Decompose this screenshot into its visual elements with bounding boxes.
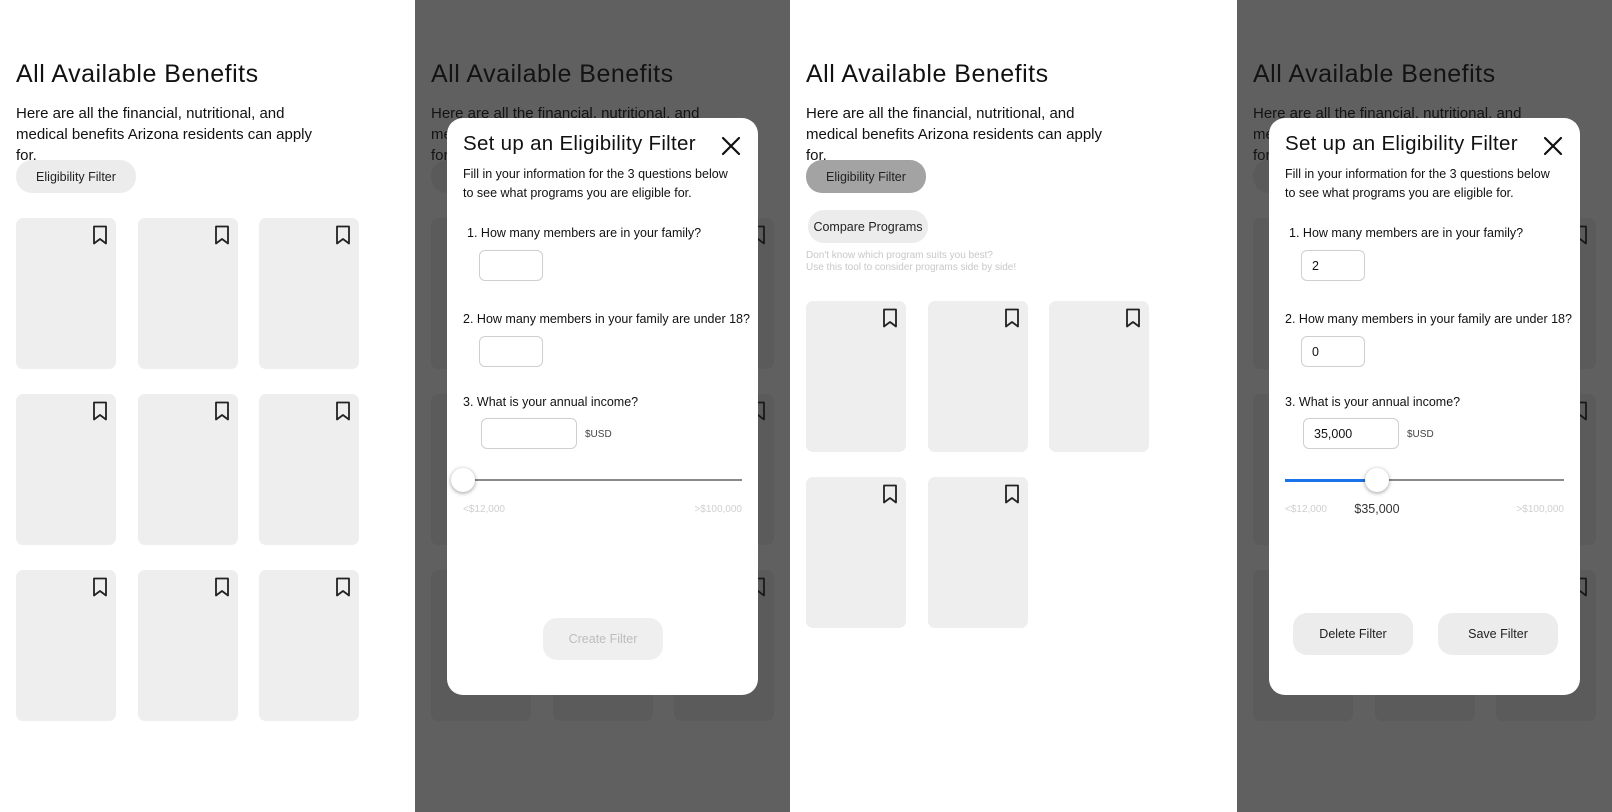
benefit-card[interactable] <box>259 218 359 369</box>
benefit-card[interactable] <box>928 301 1028 452</box>
benefit-card[interactable] <box>806 301 906 452</box>
income-range-max: >$100,000 <box>1516 504 1564 515</box>
currency-label: $USD <box>1407 429 1434 440</box>
benefit-card[interactable] <box>16 218 116 369</box>
question-annual-income: 3. What is your annual income? <box>463 395 638 409</box>
compare-hint-line-1: Don't know which program suits you best? <box>806 250 993 261</box>
question-family-members: 1. How many members are in your family? <box>1289 226 1523 240</box>
benefit-card[interactable] <box>806 477 906 628</box>
bookmark-icon[interactable] <box>214 225 230 245</box>
screen-filter-modal-filled: All Available Benefits Here are all the … <box>1237 0 1612 812</box>
benefit-card[interactable] <box>259 394 359 545</box>
bookmark-icon[interactable] <box>335 401 351 421</box>
close-icon[interactable] <box>719 134 743 158</box>
question-text: What is your annual income? <box>476 395 639 409</box>
income-slider-thumb[interactable] <box>1365 468 1389 492</box>
eligibility-filter-modal: Set up an Eligibility Filter Fill in you… <box>1269 118 1580 695</box>
page-subtitle: Here are all the financial, nutritional,… <box>16 105 313 164</box>
question-number: 1. <box>1289 226 1300 240</box>
income-range-max: >$100,000 <box>694 504 742 515</box>
question-number: 1. <box>467 226 478 240</box>
compare-programs-button[interactable]: Compare Programs <box>808 210 928 243</box>
delete-filter-button[interactable]: Delete Filter <box>1293 613 1413 655</box>
currency-label: $USD <box>585 429 612 440</box>
modal-title: Set up an Eligibility Filter <box>1285 132 1518 155</box>
income-slider-value: $35,000 <box>1354 502 1400 516</box>
question-text: How many members in your family are unde… <box>1298 312 1572 326</box>
question-number: 3. <box>1285 395 1296 409</box>
compare-hint-line-2: Use this tool to consider programs side … <box>806 262 1017 273</box>
income-slider-thumb[interactable] <box>451 468 475 492</box>
compare-hint: Don't know which program suits you best?… <box>806 250 1016 274</box>
question-text: How many members are in your family? <box>480 226 702 240</box>
save-filter-button[interactable]: Save Filter <box>1438 613 1558 655</box>
close-icon[interactable] <box>1541 134 1565 158</box>
income-range-min: <$12,000 <box>463 504 505 515</box>
benefit-card[interactable] <box>1049 301 1149 452</box>
income-range-min: <$12,000 <box>1285 504 1327 515</box>
question-under-18: 2. How many members in your family are u… <box>463 312 750 326</box>
benefit-card[interactable] <box>259 570 359 721</box>
bookmark-icon[interactable] <box>92 577 108 597</box>
eligibility-filter-button[interactable]: Eligibility Filter <box>806 160 926 193</box>
modal-description: Fill in your information for the 3 quest… <box>1285 167 1550 200</box>
page-title: All Available Benefits <box>16 60 259 88</box>
bookmark-icon[interactable] <box>335 225 351 245</box>
income-slider[interactable] <box>1285 468 1564 492</box>
benefit-card[interactable] <box>138 394 238 545</box>
annual-income-input[interactable] <box>1303 418 1399 449</box>
benefit-card[interactable] <box>138 218 238 369</box>
bookmark-icon[interactable] <box>92 401 108 421</box>
family-members-input[interactable] <box>479 250 543 281</box>
question-family-members: 1. How many members are in your family? <box>467 226 701 240</box>
question-text: What is your annual income? <box>1298 395 1461 409</box>
bookmark-icon[interactable] <box>214 577 230 597</box>
bookmark-icon[interactable] <box>1004 308 1020 328</box>
bookmark-icon[interactable] <box>92 225 108 245</box>
bookmark-icon[interactable] <box>335 577 351 597</box>
eligibility-filter-modal: Set up an Eligibility Filter Fill in you… <box>447 118 758 695</box>
benefit-card[interactable] <box>16 394 116 545</box>
page-title: All Available Benefits <box>806 60 1049 88</box>
bookmark-icon[interactable] <box>1125 308 1141 328</box>
bookmark-icon[interactable] <box>882 484 898 504</box>
question-text: How many members in your family are unde… <box>476 312 750 326</box>
question-annual-income: 3. What is your annual income? <box>1285 395 1460 409</box>
create-filter-button[interactable]: Create Filter <box>543 618 663 660</box>
screen-benefits-list: All Available Benefits Here are all the … <box>0 0 415 812</box>
income-slider[interactable] <box>451 468 742 492</box>
question-number: 2. <box>463 312 474 326</box>
screen-filter-modal-empty: All Available Benefits Here are all the … <box>415 0 790 812</box>
benefit-card[interactable] <box>138 570 238 721</box>
modal-description: Fill in your information for the 3 quest… <box>463 167 728 200</box>
income-slider-fill <box>1285 478 1377 482</box>
bookmark-icon[interactable] <box>1004 484 1020 504</box>
screen-filter-applied: All Available Benefits Here are all the … <box>790 0 1237 812</box>
question-number: 2. <box>1285 312 1296 326</box>
question-number: 3. <box>463 395 474 409</box>
bookmark-icon[interactable] <box>882 308 898 328</box>
under-18-input[interactable] <box>479 336 543 367</box>
benefit-card[interactable] <box>16 570 116 721</box>
eligibility-filter-button[interactable]: Eligibility Filter <box>16 160 136 193</box>
question-text: How many members are in your family? <box>1302 226 1524 240</box>
family-members-input[interactable] <box>1301 250 1365 281</box>
annual-income-input[interactable] <box>481 418 577 449</box>
benefit-card[interactable] <box>928 477 1028 628</box>
modal-title: Set up an Eligibility Filter <box>463 132 696 155</box>
bookmark-icon[interactable] <box>214 401 230 421</box>
page-subtitle: Here are all the financial, nutritional,… <box>806 105 1103 164</box>
question-under-18: 2. How many members in your family are u… <box>1285 312 1572 326</box>
under-18-input[interactable] <box>1301 336 1365 367</box>
